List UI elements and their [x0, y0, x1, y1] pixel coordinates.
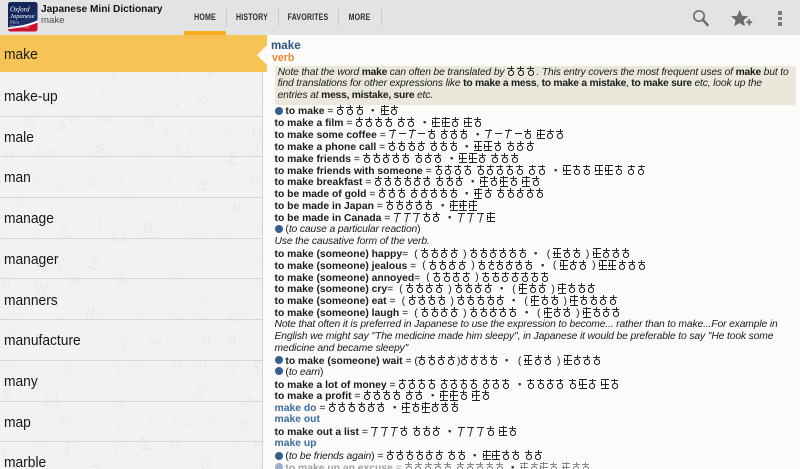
svg-text:Dictionary: Dictionary [10, 24, 30, 29]
